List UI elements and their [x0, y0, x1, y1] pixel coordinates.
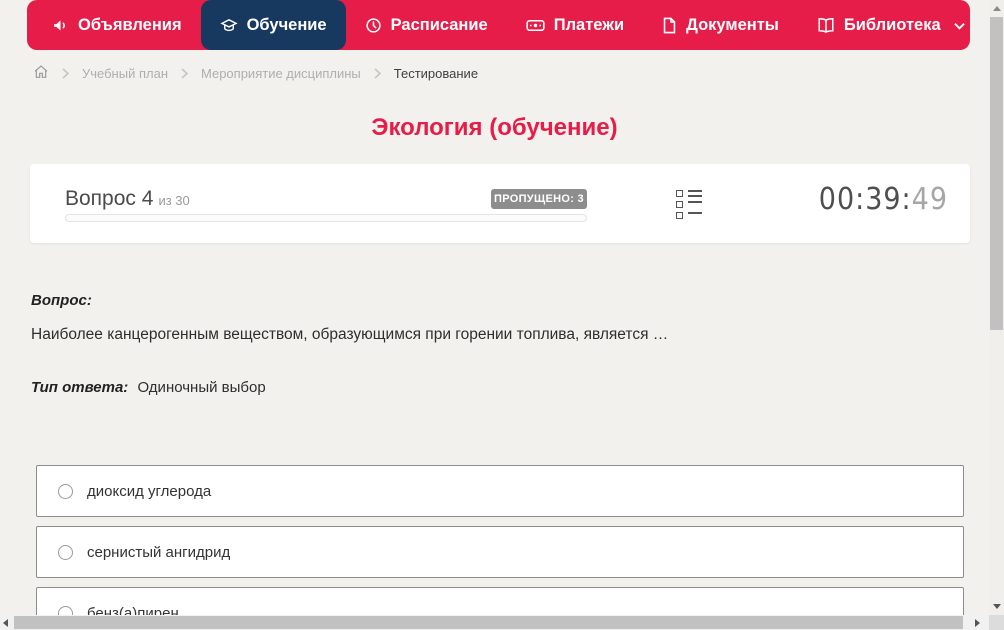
option-label: сернистый ангидрид	[87, 543, 231, 561]
answer-option[interactable]: сернистый ангидрид	[36, 526, 964, 578]
question-text: Наиболее канцерогенным веществом, образу…	[31, 326, 669, 343]
radio-button[interactable]	[58, 544, 73, 560]
timer-seconds: 49	[911, 182, 948, 217]
vertical-scrollbar-thumb[interactable]	[990, 17, 1003, 330]
scroll-up-arrow-icon[interactable]	[993, 6, 1001, 11]
breadcrumb: Учебный план Мероприятие дисциплины Тест…	[33, 63, 478, 83]
answer-options: диоксид углерода сернистый ангидрид бенз…	[36, 465, 964, 630]
page-title: Экология (обучение)	[371, 114, 618, 141]
chevron-right-icon	[374, 67, 381, 79]
nav-item-schedule[interactable]: Расписание	[346, 0, 507, 50]
option-label: диоксид углерода	[87, 482, 212, 500]
chevron-right-icon	[62, 67, 69, 79]
question-total: из 30	[158, 193, 190, 208]
breadcrumb-discipline-event[interactable]: Мероприятие дисциплины	[201, 66, 361, 81]
chevron-right-icon	[181, 67, 188, 79]
timer: 00:39:49	[819, 182, 948, 217]
nav-item-announcements[interactable]: Объявления	[33, 0, 201, 50]
radio-button[interactable]	[58, 483, 73, 499]
horizontal-scrollbar-thumb[interactable]	[14, 616, 963, 629]
skipped-badge: ПРОПУЩЕНО: 3	[491, 189, 587, 209]
banknote-icon	[526, 17, 545, 34]
question-heading: Вопрос:	[31, 292, 92, 309]
question-number: Вопрос 4 из 30	[65, 187, 190, 210]
question-list-icon[interactable]	[676, 190, 702, 219]
nav-item-learning[interactable]: Обучение	[200, 0, 346, 50]
nav-item-label: Платежи	[553, 15, 625, 34]
vertical-scrollbar[interactable]	[989, 0, 1004, 615]
scroll-left-arrow-icon[interactable]	[3, 619, 8, 627]
scroll-down-arrow-icon[interactable]	[993, 604, 1001, 609]
nav-item-label: Обучение	[246, 15, 327, 34]
nav-item-label: Библиотека	[843, 15, 941, 34]
breadcrumb-curriculum[interactable]: Учебный план	[82, 66, 168, 81]
nav-item-documents[interactable]: Документы	[643, 0, 798, 50]
answer-type: Тип ответа: Одиночный выбор	[31, 379, 266, 396]
nav-item-payments[interactable]: Платежи	[507, 0, 643, 50]
question-block: Вопрос: Наиболее канцерогенным веществом…	[31, 292, 951, 344]
horizontal-scrollbar[interactable]	[0, 615, 989, 630]
timer-hours-minutes: 00:39:	[818, 182, 912, 217]
megaphone-icon	[52, 17, 69, 34]
nav-item-label: Объявления	[78, 15, 182, 34]
main-navbar: Объявления Обучение Расписание Платежи Д…	[27, 0, 970, 50]
breadcrumb-testing: Тестирование	[393, 65, 479, 81]
graduation-cap-icon	[219, 17, 238, 34]
answer-option[interactable]: диоксид углерода	[36, 465, 964, 517]
chevron-down-icon	[953, 22, 965, 30]
nav-item-library[interactable]: Библиотека	[798, 0, 984, 50]
nav-item-label: Расписание	[390, 15, 488, 34]
clock-icon	[365, 17, 382, 34]
scroll-right-arrow-icon[interactable]	[975, 619, 980, 627]
answer-type-value: Одиночный выбор	[137, 379, 266, 396]
document-icon	[662, 17, 677, 34]
progress-bar	[65, 214, 587, 222]
question-header-card: Вопрос 4 из 30 ПРОПУЩЕНО: 3 00:39:49	[30, 164, 970, 243]
home-icon[interactable]	[33, 64, 49, 83]
nav-item-label: Документы	[686, 15, 779, 34]
answer-type-label: Тип ответа:	[31, 379, 129, 396]
scrollbar-corner	[989, 615, 1004, 630]
book-icon	[817, 17, 835, 34]
